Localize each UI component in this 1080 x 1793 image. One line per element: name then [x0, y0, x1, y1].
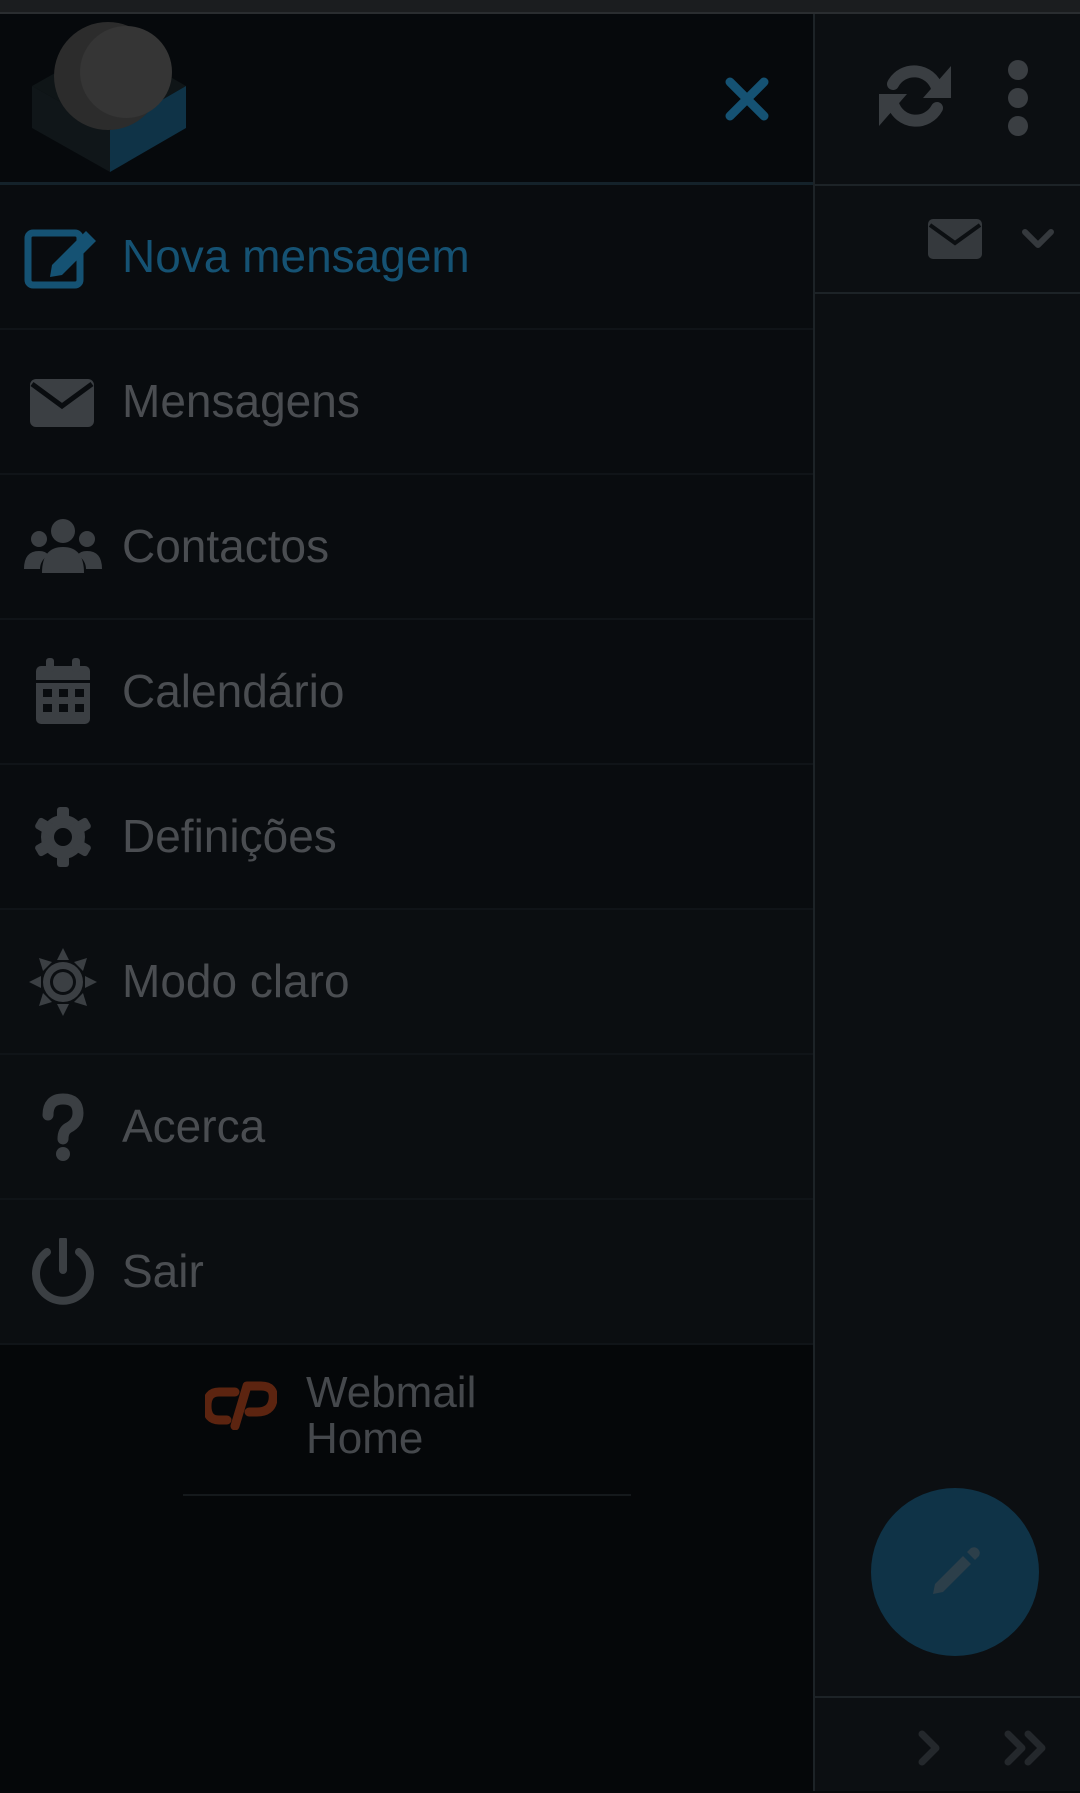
status-bar-line [0, 0, 1080, 14]
sun-icon [29, 948, 97, 1016]
mailbox-selector[interactable] [815, 186, 1080, 294]
double-chevron-right-icon[interactable] [1003, 1730, 1049, 1766]
compose-icon [24, 229, 96, 289]
menu-item-settings[interactable]: Definições [0, 765, 813, 910]
menu-label: Calendário [122, 665, 345, 717]
menu-label: Sair [122, 1245, 204, 1297]
webmail-home-link[interactable]: Webmail Home [183, 1350, 631, 1496]
webmail-home-line2: Home [306, 1414, 424, 1463]
webmail-home-label: Webmail Home [306, 1370, 566, 1462]
cpanel-icon [205, 1381, 277, 1430]
users-icon [24, 519, 102, 573]
chevron-down-icon[interactable] [1021, 228, 1055, 250]
menu-item-about[interactable]: Acerca [0, 1055, 813, 1200]
menu-label: Contactos [122, 520, 330, 572]
more-vertical-icon[interactable] [1003, 60, 1033, 136]
gear-icon [35, 807, 91, 867]
menu-label: Mensagens [122, 375, 360, 427]
navigation-drawer: Nova mensagem Mensagens Contactos Calend… [0, 14, 813, 1791]
mail-list-pane [813, 14, 1080, 1791]
envelope-icon [30, 379, 94, 427]
menu-item-calendar[interactable]: Calendário [0, 620, 813, 765]
menu-item-light-mode[interactable]: Modo claro [0, 910, 813, 1055]
envelope-icon [928, 219, 982, 259]
roundcube-logo[interactable] [30, 20, 190, 180]
drawer-header [0, 14, 813, 185]
menu-label: Acerca [122, 1100, 266, 1152]
pencil-icon [933, 1547, 980, 1594]
question-icon [42, 1093, 84, 1161]
pagination [815, 1696, 1080, 1793]
menu-item-logout[interactable]: Sair [0, 1200, 813, 1345]
menu-item-new-message[interactable]: Nova mensagem [0, 185, 813, 330]
menu-item-messages[interactable]: Mensagens [0, 330, 813, 475]
close-icon[interactable] [724, 76, 770, 122]
refresh-icon[interactable] [877, 58, 953, 134]
power-icon [32, 1238, 94, 1305]
compose-fab[interactable] [871, 1488, 1039, 1656]
chevron-right-icon[interactable] [917, 1730, 943, 1766]
menu-label: Nova mensagem [122, 230, 470, 282]
webmail-home-line1: Webmail [306, 1368, 477, 1417]
menu-label: Definições [122, 810, 337, 862]
calendar-icon [36, 658, 90, 724]
menu-label: Modo claro [122, 955, 350, 1007]
drawer-menu: Nova mensagem Mensagens Contactos Calend… [0, 185, 813, 1345]
mail-list-header [815, 14, 1080, 186]
menu-item-contacts[interactable]: Contactos [0, 475, 813, 620]
